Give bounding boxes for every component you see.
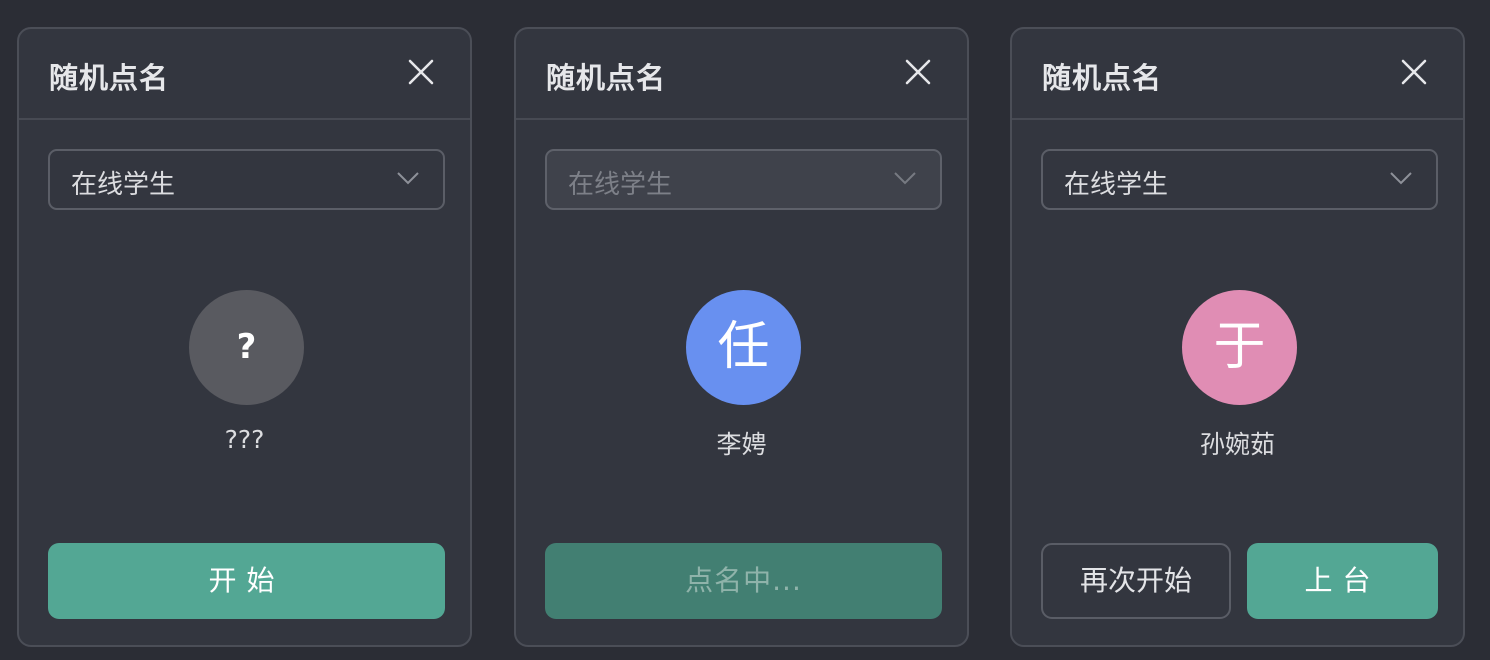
on-stage-button[interactable]: 上台 [1247, 543, 1438, 619]
panel-title: 随机点名 [1042, 61, 1163, 95]
close-icon [1401, 59, 1427, 85]
student-avatar: 任 [686, 290, 801, 405]
chevron-down-icon [894, 172, 916, 185]
close-icon [408, 59, 434, 85]
panel-header: 随机点名 [516, 29, 967, 120]
chevron-down-icon [397, 172, 419, 185]
select-value: 在线学生 [71, 170, 176, 200]
student-scope-select[interactable]: 在线学生 [1041, 149, 1438, 210]
random-roll-call-states: 随机点名 在线学生 ? ??? 开始 随机点名 在线学生 任 李娉 点名中...… [0, 0, 1490, 660]
close-button[interactable] [905, 59, 931, 85]
panel-title: 随机点名 [49, 61, 170, 95]
student-scope-select: 在线学生 [545, 149, 942, 210]
student-scope-select[interactable]: 在线学生 [48, 149, 445, 210]
student-name: 孙婉茹 [1199, 430, 1275, 459]
student-name: 李娉 [716, 430, 767, 459]
student-avatar: 于 [1182, 290, 1297, 405]
panel-header: 随机点名 [19, 29, 470, 120]
start-button[interactable]: 开始 [48, 543, 445, 619]
roll-call-panel-rolling: 随机点名 在线学生 任 李娉 点名中... [514, 27, 969, 647]
restart-button[interactable]: 再次开始 [1041, 543, 1231, 619]
close-button[interactable] [1401, 59, 1427, 85]
panel-header: 随机点名 [1012, 29, 1463, 120]
roll-call-panel-idle: 随机点名 在线学生 ? ??? 开始 [17, 27, 472, 647]
chevron-down-icon [1390, 172, 1412, 185]
student-avatar: ? [189, 290, 304, 405]
select-value: 在线学生 [568, 170, 673, 200]
rolling-button: 点名中... [545, 543, 942, 619]
student-name: ??? [224, 425, 265, 454]
roll-call-panel-result: 随机点名 在线学生 于 孙婉茹 再次开始 上台 [1010, 27, 1465, 647]
select-value: 在线学生 [1064, 170, 1169, 200]
close-button[interactable] [408, 59, 434, 85]
close-icon [905, 59, 931, 85]
panel-title: 随机点名 [546, 61, 667, 95]
